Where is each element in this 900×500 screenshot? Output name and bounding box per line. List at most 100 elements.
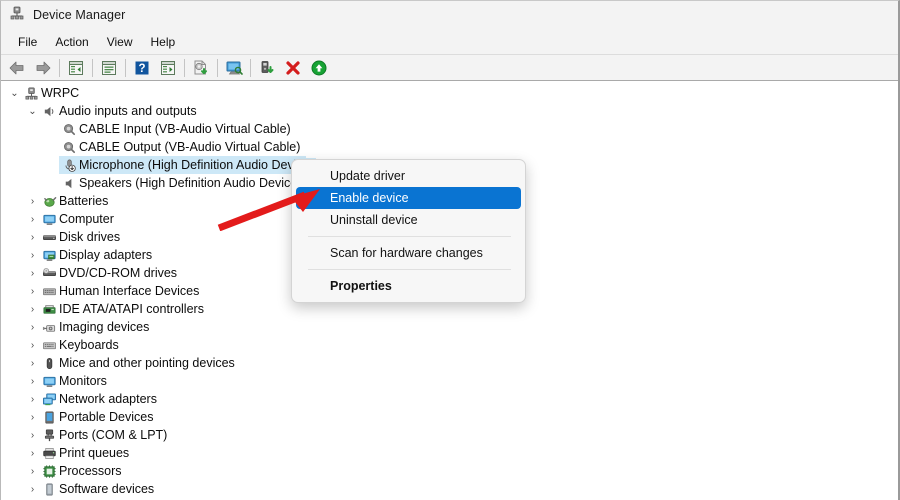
tree-row-label: Microphone (High Definition Audio Device… bbox=[79, 158, 316, 172]
chevron-right-icon[interactable]: › bbox=[26, 304, 39, 315]
tree-row[interactable]: › Print queues bbox=[2, 444, 895, 462]
menu-view[interactable]: View bbox=[98, 32, 142, 52]
toolbar-separator bbox=[250, 58, 251, 77]
context-menu-item-enable-device[interactable]: Enable device bbox=[296, 187, 521, 209]
chevron-right-icon[interactable]: › bbox=[26, 376, 39, 387]
chevron-right-icon[interactable]: › bbox=[26, 358, 39, 369]
tree-row[interactable]: › Imaging devices bbox=[2, 318, 895, 336]
toolbar: ? bbox=[1, 55, 898, 81]
window-title: Device Manager bbox=[33, 8, 126, 22]
tree-row-label: Disk drives bbox=[59, 230, 121, 244]
tree-row-label: Computer bbox=[59, 212, 114, 226]
update-driver-button[interactable] bbox=[188, 56, 214, 80]
microphone-disabled-icon bbox=[59, 158, 79, 173]
uninstall-device-button[interactable] bbox=[280, 56, 306, 80]
computer-category-icon bbox=[39, 212, 59, 227]
tree-row-label: Display adapters bbox=[59, 248, 153, 262]
tree-row[interactable]: › Software devices bbox=[2, 480, 895, 498]
tree-row-label: CABLE Output (VB-Audio Virtual Cable) bbox=[79, 140, 301, 154]
scan-hardware-changes-button[interactable] bbox=[221, 56, 247, 80]
tree-row[interactable]: › Network adapters bbox=[2, 390, 895, 408]
chevron-right-icon[interactable]: › bbox=[26, 430, 39, 441]
computer-node-icon bbox=[21, 86, 41, 101]
enable-device-button[interactable] bbox=[306, 56, 332, 80]
battery-category-icon bbox=[39, 194, 59, 209]
microphone-device-icon bbox=[59, 122, 79, 137]
menu-action[interactable]: Action bbox=[46, 32, 97, 52]
forward-button[interactable] bbox=[30, 56, 56, 80]
toolbar-separator bbox=[184, 58, 185, 77]
tree-row[interactable]: › Monitors bbox=[2, 372, 895, 390]
chevron-right-icon[interactable]: › bbox=[26, 466, 39, 477]
chevron-right-icon[interactable]: › bbox=[26, 196, 39, 207]
back-button[interactable] bbox=[4, 56, 30, 80]
tree-row-label: Keyboards bbox=[59, 338, 119, 352]
tree-row-label: Audio inputs and outputs bbox=[59, 104, 197, 118]
tree-row-label: Imaging devices bbox=[59, 320, 150, 334]
tree-row-label: Mice and other pointing devices bbox=[59, 356, 235, 370]
tree-row[interactable]: › Keyboards bbox=[2, 336, 895, 354]
chevron-down-icon[interactable]: ⌄ bbox=[8, 88, 21, 99]
processor-chip-icon bbox=[39, 464, 59, 479]
hid-icon bbox=[39, 284, 59, 299]
toolbar-separator bbox=[59, 58, 60, 77]
tree-row-label: Print queues bbox=[59, 446, 130, 460]
tree-row[interactable]: › Portable Devices bbox=[2, 408, 895, 426]
chevron-right-icon[interactable]: › bbox=[26, 214, 39, 225]
context-menu-separator bbox=[308, 269, 511, 270]
tree-row[interactable]: › Ports (COM & LPT) bbox=[2, 426, 895, 444]
chevron-right-icon[interactable]: › bbox=[26, 322, 39, 333]
chevron-right-icon[interactable]: › bbox=[26, 268, 39, 279]
tree-row[interactable]: CABLE Input (VB-Audio Virtual Cable) bbox=[2, 120, 895, 138]
portable-device-icon bbox=[39, 410, 59, 425]
tree-row-label: Network adapters bbox=[59, 392, 157, 406]
tree-row[interactable]: CABLE Output (VB-Audio Virtual Cable) bbox=[2, 138, 895, 156]
chevron-right-icon[interactable]: › bbox=[26, 448, 39, 459]
tree-row-label: Monitors bbox=[59, 374, 107, 388]
tree-row[interactable]: › Mice and other pointing devices bbox=[2, 354, 895, 372]
chevron-right-icon[interactable]: › bbox=[26, 412, 39, 423]
menu-bar: File Action View Help bbox=[1, 29, 898, 55]
chevron-right-icon[interactable]: › bbox=[26, 232, 39, 243]
context-menu-item-scan-for-hardware-changes[interactable]: Scan for hardware changes bbox=[296, 242, 521, 264]
tree-row[interactable]: ⌄ WRPC bbox=[2, 84, 895, 102]
menu-help[interactable]: Help bbox=[142, 32, 185, 52]
tree-row-label: IDE ATA/ATAPI controllers bbox=[59, 302, 204, 316]
tree-row-label: Speakers (High Definition Audio Device) bbox=[79, 176, 302, 190]
toolbar-separator bbox=[125, 58, 126, 77]
context-menu[interactable]: Update driver Enable device Uninstall de… bbox=[291, 159, 526, 303]
tree-row-label: DVD/CD-ROM drives bbox=[59, 266, 178, 280]
microphone-device-icon bbox=[59, 140, 79, 155]
tree-row-label: Ports (COM & LPT) bbox=[59, 428, 168, 442]
chevron-right-icon[interactable]: › bbox=[26, 394, 39, 405]
help-button[interactable]: ? bbox=[129, 56, 155, 80]
menu-file[interactable]: File bbox=[9, 32, 46, 52]
context-menu-item-properties[interactable]: Properties bbox=[296, 275, 521, 297]
port-connector-icon bbox=[39, 428, 59, 443]
properties-button[interactable] bbox=[96, 56, 122, 80]
printer-icon bbox=[39, 446, 59, 461]
chevron-down-icon[interactable]: ⌄ bbox=[26, 106, 39, 117]
software-device-icon bbox=[39, 482, 59, 497]
tree-row[interactable]: ⌄ Audio inputs and outputs bbox=[2, 102, 895, 120]
context-menu-item-uninstall-device[interactable]: Uninstall device bbox=[296, 209, 521, 231]
chevron-right-icon[interactable]: › bbox=[26, 340, 39, 351]
show-hide-console-tree-button[interactable] bbox=[63, 56, 89, 80]
device-manager-window: Device Manager File Action View Help ? ⌄… bbox=[0, 0, 900, 500]
display-adapter-icon bbox=[39, 248, 59, 263]
dvd-drive-icon bbox=[39, 266, 59, 281]
add-legacy-hardware-button[interactable] bbox=[254, 56, 280, 80]
show-hide-action-pane-button[interactable] bbox=[155, 56, 181, 80]
tree-row[interactable]: › Processors bbox=[2, 462, 895, 480]
title-bar: Device Manager bbox=[1, 1, 898, 29]
device-manager-icon bbox=[9, 5, 25, 26]
tree-row-label: WRPC bbox=[41, 86, 80, 100]
context-menu-item-update-driver[interactable]: Update driver bbox=[296, 165, 521, 187]
chevron-right-icon[interactable]: › bbox=[26, 286, 39, 297]
network-adapter-icon bbox=[39, 392, 59, 407]
speaker-icon bbox=[39, 104, 59, 119]
ide-controller-icon bbox=[39, 302, 59, 317]
chevron-right-icon[interactable]: › bbox=[26, 484, 39, 495]
chevron-right-icon[interactable]: › bbox=[26, 250, 39, 261]
tree-row-label: Processors bbox=[59, 464, 122, 478]
